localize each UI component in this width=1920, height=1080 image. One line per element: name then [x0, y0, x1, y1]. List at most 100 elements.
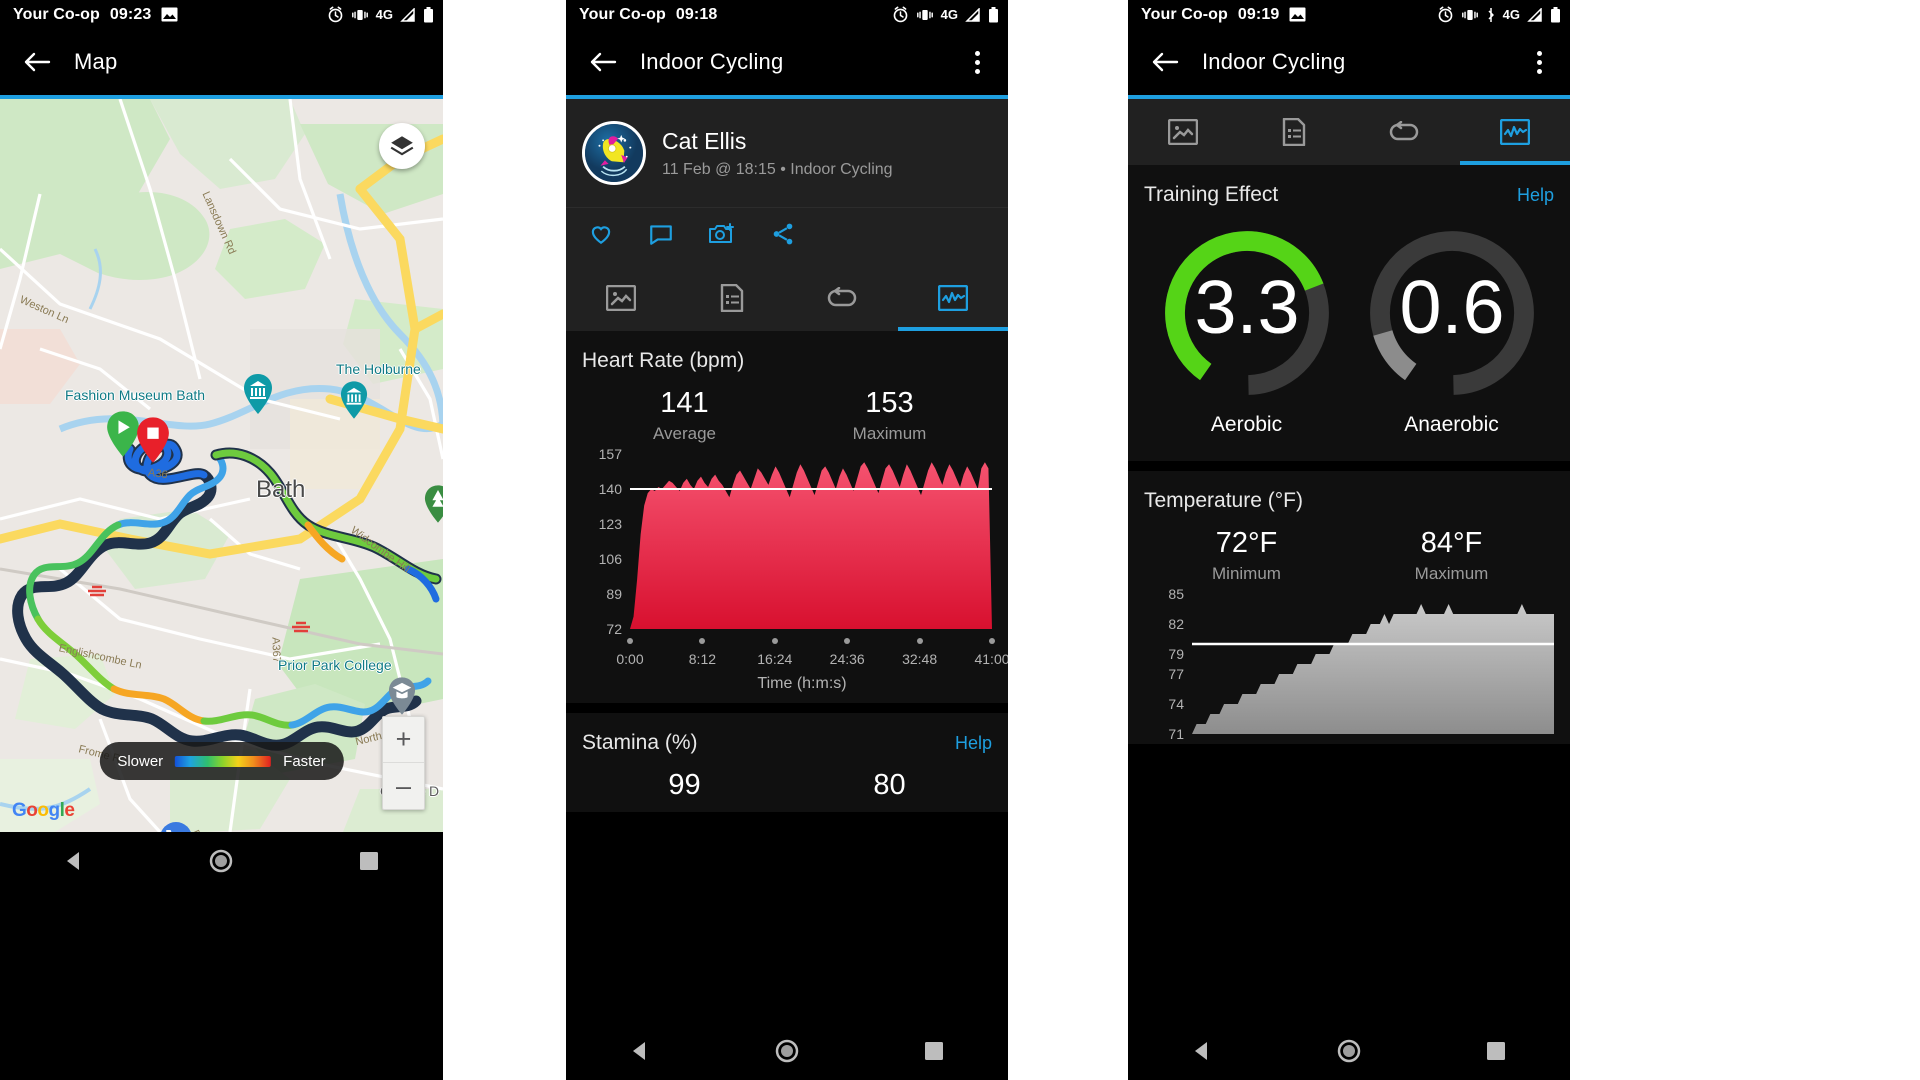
- nav-home-button[interactable]: [186, 841, 256, 881]
- like-icon[interactable]: [588, 221, 614, 252]
- share-icon[interactable]: [770, 221, 796, 252]
- status-time: 09:23: [109, 5, 152, 23]
- network-4g-icon: 4G: [1502, 7, 1520, 22]
- temp-max-label: Maximum: [1414, 564, 1489, 583]
- temp-min-label: Minimum: [1212, 564, 1281, 583]
- phone-panel-heart-rate: Your Co-op 09:18 4G Indoor Cycling Cat E…: [566, 0, 1008, 1080]
- zoom-controls[interactable]: + –: [382, 716, 425, 810]
- layers-button[interactable]: [379, 123, 425, 169]
- signal-icon: [1527, 7, 1543, 22]
- back-button[interactable]: [14, 39, 60, 85]
- avatar[interactable]: [582, 121, 646, 185]
- status-bar: Your Co-op 09:18 4G: [566, 0, 1008, 29]
- nav-home-button[interactable]: [1314, 1031, 1384, 1071]
- aerobic-gauge: 3.3 Aerobic: [1144, 223, 1349, 437]
- zoom-out-button[interactable]: –: [383, 763, 424, 809]
- stamina-card: Stamina (%) Help 99 80: [566, 713, 1008, 812]
- stamina-left-value: 99: [668, 769, 701, 801]
- zoom-in-button[interactable]: +: [383, 717, 424, 763]
- network-4g-icon: 4G: [375, 7, 393, 22]
- heart-rate-chart[interactable]: 157 140 123 106 89 72 0:00 8:12 16:24 24:36 32:48…: [599, 446, 1008, 667]
- heart-rate-title: Heart Rate (bpm): [582, 349, 745, 372]
- park-pin-icon[interactable]: [424, 485, 443, 523]
- sidebar-item-laps-tab[interactable]: [787, 265, 898, 331]
- laps-icon: [1390, 121, 1419, 141]
- sidebar-item-map-tab[interactable]: [1128, 99, 1239, 165]
- overflow-menu-button[interactable]: [960, 42, 994, 82]
- back-button[interactable]: [580, 39, 626, 85]
- sidebar-item-details-tab[interactable]: [677, 265, 788, 331]
- activity-author-row[interactable]: Cat Ellis 11 Feb @ 18:15 • Indoor Cyclin…: [566, 99, 1008, 207]
- school-pin-icon[interactable]: [388, 677, 416, 715]
- sidebar-item-graphs-tab[interactable]: [897, 265, 1009, 331]
- list-icon: [1282, 118, 1305, 146]
- heart-rate-card: Heart Rate (bpm) 141 Average 153 Maximum: [566, 331, 1008, 713]
- start-marker-icon[interactable]: [106, 411, 140, 457]
- laps-icon: [828, 287, 857, 307]
- stamina-title: Stamina (%): [582, 731, 698, 754]
- axis-tick-label: 82: [1168, 616, 1184, 632]
- vibrate-icon: [351, 8, 369, 22]
- hr-maximum-label: Maximum: [852, 424, 927, 443]
- comment-icon[interactable]: [648, 221, 674, 252]
- image-icon: [161, 7, 178, 22]
- bluetooth-icon: [1486, 7, 1496, 23]
- nav-recents-button[interactable]: [899, 1031, 969, 1071]
- shopping-pin-icon[interactable]: [159, 821, 193, 832]
- museum-pin-icon[interactable]: [243, 374, 273, 414]
- temperature-chart[interactable]: 85 82 79 77 74 71: [1168, 586, 1554, 742]
- sidebar-item-details-tab[interactable]: [1239, 99, 1350, 165]
- aerobic-gauge-arc: 3.3: [1164, 231, 1329, 395]
- axis-tick-label: 89: [606, 586, 622, 602]
- activity-meta: 11 Feb @ 18:15 • Indoor Cycling: [662, 160, 893, 178]
- axis-tick-dot: [916, 638, 923, 644]
- nav-home-button[interactable]: [752, 1031, 822, 1071]
- axis-tick-label: 41:00: [974, 651, 1008, 667]
- museum-pin-icon[interactable]: [340, 381, 368, 419]
- status-carrier: Your Co-op: [1141, 5, 1228, 23]
- nav-back-button[interactable]: [605, 1031, 675, 1071]
- axis-tick-label: 16:24: [757, 651, 793, 667]
- hr-maximum-stat: 153 Maximum: [787, 387, 992, 444]
- aerobic-value: 3.3: [1194, 266, 1299, 350]
- hr-average-stat: 141 Average: [582, 387, 787, 444]
- stamina-help-link[interactable]: Help: [955, 733, 992, 754]
- stop-marker-icon[interactable]: [136, 417, 170, 463]
- sidebar-item-laps-tab[interactable]: [1349, 99, 1460, 165]
- temperature-title: Temperature (°F): [1144, 489, 1303, 512]
- legend-gradient-bar: [175, 755, 272, 767]
- back-button[interactable]: [1142, 39, 1188, 85]
- nav-back-button[interactable]: [39, 841, 109, 881]
- stamina-right-value: 80: [873, 769, 906, 801]
- sidebar-item-graphs-tab[interactable]: [1459, 99, 1571, 165]
- map-icon: [606, 285, 637, 311]
- status-time: 09:18: [675, 5, 718, 23]
- aerobic-label: Aerobic: [1210, 413, 1283, 436]
- android-nav-bar: [1128, 1022, 1570, 1080]
- nav-recents-button[interactable]: [334, 841, 404, 881]
- training-effect-gauges: 3.3 Aerobic 0.6 Anaerobic: [1144, 223, 1554, 437]
- axis-tick-label: 79: [1168, 646, 1184, 662]
- nav-recents-button[interactable]: [1461, 1031, 1531, 1071]
- status-time: 09:19: [1237, 5, 1280, 23]
- axis-tick-label: 140: [598, 481, 622, 497]
- axis-tick-label: 157: [598, 446, 622, 462]
- nav-back-button[interactable]: [1167, 1031, 1237, 1071]
- vibrate-icon: [1461, 8, 1479, 22]
- speed-legend: Slower Faster: [99, 742, 344, 780]
- heart-rate-summary: 141 Average 153 Maximum: [582, 387, 992, 444]
- app-bar: Indoor Cycling: [566, 29, 1008, 95]
- heart-rate-x-axis-title: Time (h:m:s): [757, 675, 847, 692]
- training-effect-help-link[interactable]: Help: [1517, 185, 1554, 206]
- layers-icon: [390, 136, 414, 156]
- activity-scroll: Training Effect Help 3.3 Aerobic 0.6 Ana…: [1128, 99, 1570, 744]
- axis-tick-label: 123: [598, 516, 622, 532]
- map-canvas[interactable]: Lansdown Rd Weston Ln Fashion Museum Bat…: [0, 99, 443, 832]
- add-photo-icon[interactable]: [708, 221, 736, 252]
- overflow-menu-button[interactable]: [1522, 42, 1556, 82]
- battery-icon: [1550, 6, 1561, 23]
- signal-icon: [965, 7, 981, 22]
- temperature-plot: [1192, 604, 1554, 734]
- sidebar-item-map-tab[interactable]: [566, 265, 677, 331]
- training-effect-title: Training Effect: [1144, 183, 1279, 206]
